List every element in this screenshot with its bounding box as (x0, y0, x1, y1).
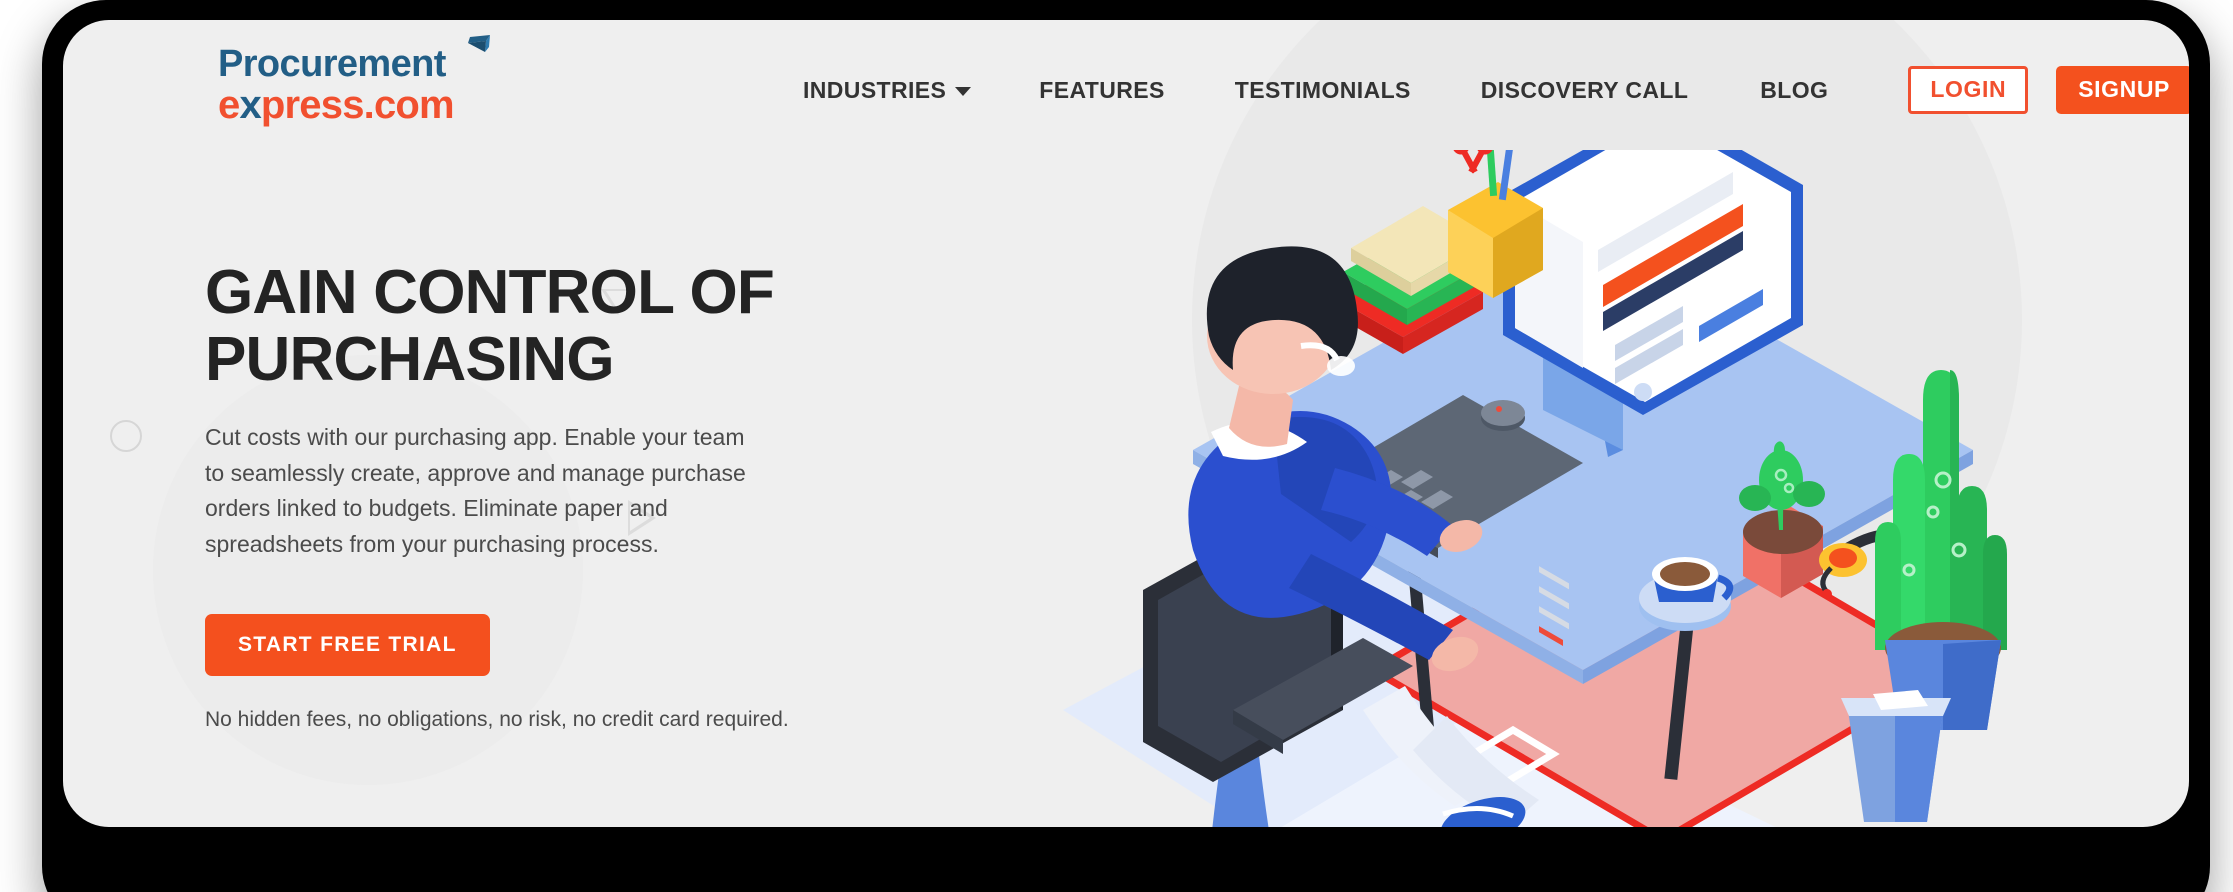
circle-outline-icon (110, 420, 142, 452)
nav-item-label: TESTIMONIALS (1234, 76, 1411, 103)
site-header: Procurement express.com INDUSTRIES FEATU… (63, 20, 2189, 160)
nav-item-label: FEATURES (1039, 76, 1165, 103)
chevron-down-icon (955, 87, 972, 96)
brand-logo[interactable]: Procurement express.com (218, 35, 490, 127)
device-frame: Procurement express.com INDUSTRIES FEATU… (0, 0, 2233, 892)
hero-section: GAIN CONTROL OF PURCHASING Cut costs wit… (205, 258, 825, 732)
signup-button[interactable]: SIGNUP (2056, 66, 2189, 114)
nav-item-testimonials[interactable]: TESTIMONIALS (1235, 77, 1411, 104)
nav-item-industries[interactable]: INDUSTRIES (803, 76, 972, 104)
nav-item-discovery-call[interactable]: DISCOVERY CALL (1481, 77, 1689, 104)
start-free-trial-button[interactable]: START FREE TRIAL (205, 614, 490, 677)
brand-logo-line2: express.com (218, 83, 455, 127)
hero-subtitle: Cut costs with our purchasing app. Enabl… (205, 423, 746, 557)
brand-logo-line1: Procurement (218, 43, 446, 85)
nav-item-label: DISCOVERY CALL (1480, 76, 1689, 103)
page-title: GAIN CONTROL OF PURCHASING (205, 258, 775, 394)
page-screen: Procurement express.com INDUSTRIES FEATU… (63, 20, 2189, 827)
hero-illustration (1063, 150, 2007, 827)
nav-item-features[interactable]: FEATURES (1039, 77, 1164, 104)
main-nav: INDUSTRIES FEATURES TESTIMONIALS DISCOVE… (803, 20, 2189, 160)
nav-item-label: INDUSTRIES (803, 76, 947, 103)
logo-arrow-icon (468, 35, 490, 52)
login-button[interactable]: LOGIN (1908, 66, 2029, 114)
nav-item-label: BLOG (1760, 76, 1829, 103)
nav-item-blog[interactable]: BLOG (1760, 77, 1828, 104)
cta-disclaimer: No hidden fees, no obligations, no risk,… (205, 708, 789, 732)
